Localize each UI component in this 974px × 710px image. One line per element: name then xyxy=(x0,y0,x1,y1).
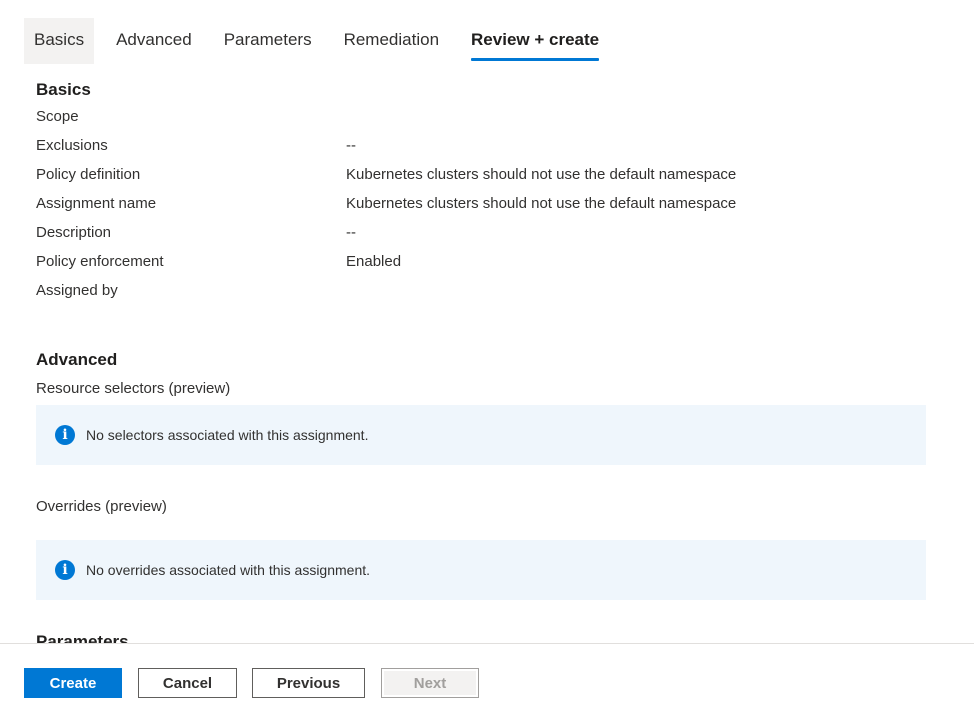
row-label: Assignment name xyxy=(36,195,157,212)
advanced-section-title: Advanced xyxy=(36,350,118,369)
row-label: Description xyxy=(36,224,112,241)
row-value: -- xyxy=(346,224,356,241)
summary-row-assigned-by: Assigned by xyxy=(36,276,926,305)
tab-remediation[interactable]: Remediation xyxy=(334,18,449,64)
overrides-info-text: No overrides associated with this assign… xyxy=(86,562,371,578)
info-icon: i xyxy=(55,560,75,580)
next-button: Next xyxy=(381,668,479,698)
wizard-tabs: Basics Advanced Parameters Remediation R… xyxy=(24,18,621,64)
resource-selectors-label: Resource selectors (preview) xyxy=(36,380,231,397)
basics-section-title: Basics xyxy=(36,80,91,99)
summary-row-policy-enforcement: Policy enforcement Enabled xyxy=(36,247,926,276)
tab-basics[interactable]: Basics xyxy=(24,18,95,64)
tab-advanced[interactable]: Advanced xyxy=(106,18,202,64)
tab-review-create[interactable]: Review + create xyxy=(461,18,609,64)
cancel-button[interactable]: Cancel xyxy=(138,668,237,698)
overrides-label: Overrides (preview) xyxy=(36,498,167,515)
summary-row-description: Description -- xyxy=(36,218,926,247)
create-button[interactable]: Create xyxy=(24,668,122,698)
row-label: Exclusions xyxy=(36,137,108,154)
info-icon: i xyxy=(55,425,75,445)
previous-button[interactable]: Previous xyxy=(252,668,365,698)
parameters-section-title: Parameters xyxy=(36,632,129,643)
review-content[interactable]: Basics Scope Exclusions -- Policy defini… xyxy=(36,78,926,643)
row-label: Policy enforcement xyxy=(36,253,164,270)
overrides-info-box: i No overrides associated with this assi… xyxy=(36,540,926,600)
summary-row-scope: Scope xyxy=(36,102,926,131)
summary-row-assignment-name: Assignment name Kubernetes clusters shou… xyxy=(36,189,926,218)
row-value: Enabled xyxy=(346,253,402,270)
row-value: -- xyxy=(346,137,356,154)
row-label: Assigned by xyxy=(36,282,118,299)
summary-row-exclusions: Exclusions -- xyxy=(36,131,926,160)
resource-selectors-info-box: i No selectors associated with this assi… xyxy=(36,405,926,465)
review-create-page: Basics Advanced Parameters Remediation R… xyxy=(0,0,974,710)
row-value: Kubernetes clusters should not use the d… xyxy=(346,195,737,212)
row-value: Kubernetes clusters should not use the d… xyxy=(346,166,737,183)
summary-row-policy-definition: Policy definition Kubernetes clusters sh… xyxy=(36,160,926,189)
tab-parameters[interactable]: Parameters xyxy=(214,18,322,64)
row-label: Scope xyxy=(36,108,79,125)
footer-action-bar: Create Cancel Previous Next xyxy=(0,643,974,710)
row-label: Policy definition xyxy=(36,166,141,183)
resource-selectors-info-text: No selectors associated with this assign… xyxy=(86,427,369,443)
